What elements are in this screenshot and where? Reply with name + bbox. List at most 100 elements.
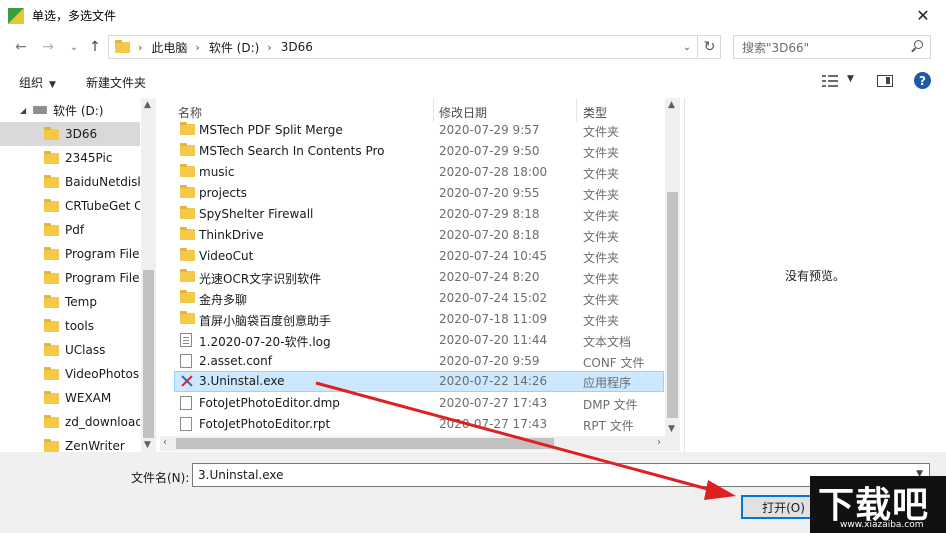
file-row[interactable]: ThinkDrive 2020-07-20 8:18 文件夹	[174, 225, 664, 246]
scroll-up-icon[interactable]: ▲	[668, 100, 675, 110]
file-row[interactable]: 首屏小脑袋百度创意助手 2020-07-18 11:09 文件夹	[174, 309, 664, 330]
nav-item-folder[interactable]: UClass	[0, 338, 140, 362]
folder-icon	[44, 222, 59, 236]
chevron-right-icon[interactable]: ›	[195, 41, 199, 54]
file-row[interactable]: FotoJetPhotoEditor.rpt 2020-07-27 17:43 RP…	[174, 414, 664, 435]
forward-arrow-icon[interactable]: →	[37, 36, 59, 58]
file-name: 3.Uninstal.exe	[199, 374, 285, 388]
file-name: music	[199, 165, 235, 179]
file-row[interactable]: 光速OCR文字识别软件 2020-07-24 8:20 文件夹	[174, 267, 664, 288]
address-dropdown-icon[interactable]: ⌄	[677, 36, 697, 58]
scrollbar-corner	[665, 436, 680, 451]
scrollbar-thumb[interactable]	[667, 192, 678, 418]
column-divider[interactable]	[576, 98, 577, 122]
new-folder-button[interactable]: 新建文件夹	[86, 74, 146, 91]
exe-icon	[180, 374, 194, 388]
address-row: ← → ⌄ ↑ › 此电脑 › 软件 (D:) › 3D66 ⌄ ↻ 搜索"3D…	[0, 33, 946, 61]
navigation-pane: ◢ 软件 (D:) 3D66 2345Pic BaiduNetdisk CRTu…	[0, 98, 156, 452]
collapse-arrow-icon[interactable]: ◢	[20, 106, 26, 115]
folder-icon	[44, 390, 59, 404]
preview-pane-icon[interactable]	[877, 75, 893, 87]
file-type: 文件夹	[583, 272, 620, 286]
file-date: 2020-07-27 17:43	[439, 396, 548, 410]
navigation-scrollbar[interactable]: ▲ ▼	[141, 98, 156, 452]
file-row[interactable]: 1.2020-07-20-软件.log 2020-07-20 11:44 文本文档	[174, 330, 664, 351]
view-options-icon[interactable]	[822, 74, 838, 88]
nav-item-drive-d[interactable]: ◢ 软件 (D:)	[0, 98, 140, 122]
nav-item-folder[interactable]: tools	[0, 314, 140, 338]
organize-button[interactable]: 组织 ▼	[19, 74, 56, 91]
scroll-down-icon[interactable]: ▼	[144, 440, 151, 450]
column-header-date[interactable]: 修改日期	[439, 104, 487, 121]
scroll-down-icon[interactable]: ▼	[668, 424, 675, 434]
nav-item-folder[interactable]: 2345Pic	[0, 146, 140, 170]
folder-icon	[44, 318, 59, 332]
file-row[interactable]: 2.asset.conf 2020-07-20 9:59 CONF 文件	[174, 351, 664, 372]
folder-icon	[115, 39, 130, 53]
back-arrow-icon[interactable]: ←	[10, 36, 32, 58]
nav-item-folder[interactable]: ZenWriter	[0, 434, 140, 452]
refresh-icon[interactable]: ↻	[699, 35, 721, 59]
folder-icon	[44, 150, 59, 164]
address-bar[interactable]: › 此电脑 › 软件 (D:) › 3D66 ⌄	[108, 35, 698, 59]
file-name: projects	[199, 186, 247, 200]
breadcrumb-3d66[interactable]: 3D66	[281, 40, 313, 54]
scroll-left-icon[interactable]: ‹	[163, 437, 167, 448]
scroll-right-icon[interactable]: ›	[657, 437, 661, 448]
close-button[interactable]: ✕	[900, 0, 946, 31]
nav-item-folder[interactable]: BaiduNetdisk	[0, 170, 140, 194]
nav-item-folder[interactable]: 3D66	[0, 122, 140, 146]
nav-item-folder[interactable]: CRTubeGet C	[0, 194, 140, 218]
title-bar: 单选，多选文件 ✕	[0, 0, 946, 31]
column-header-type[interactable]: 类型	[583, 104, 607, 121]
scrollbar-thumb[interactable]	[176, 438, 554, 449]
file-row[interactable]: VideoCut 2020-07-24 10:45 文件夹	[174, 246, 664, 267]
file-type: RPT 文件	[583, 419, 634, 433]
file-row[interactable]: projects 2020-07-20 9:55 文件夹	[174, 183, 664, 204]
scroll-up-icon[interactable]: ▲	[144, 100, 151, 110]
recent-locations-chevron-icon[interactable]: ⌄	[67, 36, 81, 58]
file-row[interactable]: MSTech PDF Split Merge 2020-07-29 9:57 文件夹	[174, 120, 664, 141]
nav-item-folder[interactable]: WEXAM	[0, 386, 140, 410]
nav-item-folder[interactable]: Temp	[0, 290, 140, 314]
column-divider[interactable]	[433, 98, 434, 122]
folder-icon	[44, 270, 59, 284]
file-list-vertical-scrollbar[interactable]: ▲ ▼	[665, 98, 680, 436]
nav-item-label: ZenWriter	[65, 439, 125, 452]
nav-item-folder[interactable]: zd_download	[0, 410, 140, 434]
view-dropdown-icon[interactable]: ▼	[847, 74, 854, 84]
watermark-url: www.xiazaiba.com	[840, 520, 924, 530]
breadcrumb-this-pc[interactable]: 此电脑	[151, 39, 187, 56]
folder-icon	[44, 126, 59, 140]
file-type: 文件夹	[583, 230, 620, 244]
file-row-selected[interactable]: 3.Uninstal.exe 2020-07-22 14:26 应用程序	[174, 371, 664, 392]
nav-item-folder[interactable]: VideoPhotos	[0, 362, 140, 386]
folder-icon	[44, 438, 59, 452]
chevron-right-icon[interactable]: ›	[267, 41, 271, 54]
nav-item-folder[interactable]: Pdf	[0, 218, 140, 242]
file-type: 文件夹	[583, 146, 620, 160]
nav-item-folder[interactable]: Program Files	[0, 242, 140, 266]
help-icon[interactable]: ?	[914, 72, 931, 89]
search-icon[interactable]	[910, 40, 924, 54]
nav-item-label: BaiduNetdisk	[65, 175, 140, 189]
file-name: 光速OCR文字识别软件	[199, 272, 322, 286]
file-row[interactable]: FotoJetPhotoEditor.dmp 2020-07-27 17:43 DM…	[174, 393, 664, 414]
search-placeholder: 搜索"3D66"	[742, 40, 810, 55]
file-row[interactable]: music 2020-07-28 18:00 文件夹	[174, 162, 664, 183]
file-row[interactable]: MSTech Search In Contents Pro 2020-07-29 …	[174, 141, 664, 162]
preview-pane: 没有预览。	[684, 98, 946, 452]
up-arrow-icon[interactable]: ↑	[84, 36, 106, 58]
scrollbar-thumb[interactable]	[143, 270, 154, 438]
folder-icon	[180, 311, 195, 324]
nav-item-label: Program Files	[65, 271, 140, 285]
file-row[interactable]: SpyShelter Firewall 2020-07-29 8:18 文件夹	[174, 204, 664, 225]
search-input[interactable]: 搜索"3D66"	[733, 35, 931, 59]
file-name: SpyShelter Firewall	[199, 207, 314, 221]
breadcrumb-drive-d[interactable]: 软件 (D:)	[209, 39, 259, 56]
file-row[interactable]: 金舟多聊 2020-07-24 15:02 文件夹	[174, 288, 664, 309]
nav-item-folder[interactable]: Program Files	[0, 266, 140, 290]
file-list-horizontal-scrollbar[interactable]: ‹ ›	[160, 436, 665, 451]
chevron-right-icon[interactable]: ›	[138, 41, 142, 54]
column-header-name[interactable]: 名称	[178, 104, 202, 121]
